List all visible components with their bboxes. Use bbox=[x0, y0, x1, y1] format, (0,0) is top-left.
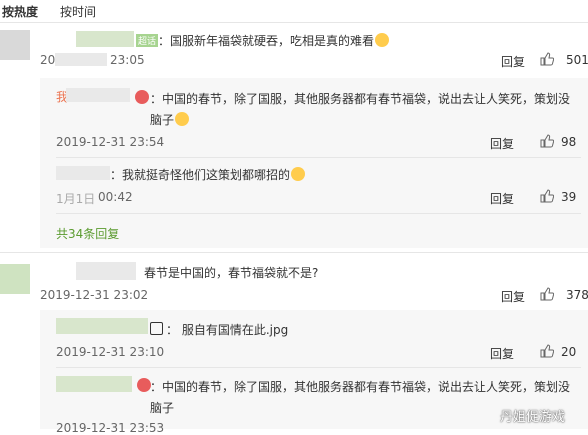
reply-button[interactable]: 回复 bbox=[490, 135, 514, 152]
reply-divider bbox=[56, 213, 581, 214]
like-count: 98 bbox=[561, 135, 577, 149]
reply-button[interactable]: 回复 bbox=[501, 288, 525, 305]
username-blur[interactable] bbox=[56, 166, 110, 180]
reply-button[interactable]: 回复 bbox=[501, 53, 525, 70]
reply-divider bbox=[56, 157, 581, 158]
username[interactable] bbox=[76, 262, 136, 280]
reply-time: 00:42 bbox=[98, 190, 133, 204]
avatar[interactable] bbox=[0, 264, 30, 294]
time-blur bbox=[55, 53, 107, 66]
reply-button[interactable]: 回复 bbox=[490, 190, 514, 207]
username-blur[interactable] bbox=[56, 376, 132, 392]
thumb-up-icon[interactable] bbox=[540, 189, 554, 203]
reply-text: ： 服自有国情在此.jpg bbox=[150, 321, 288, 338]
picture-icon[interactable] bbox=[150, 322, 163, 335]
reply-button[interactable]: 回复 bbox=[490, 345, 514, 362]
view-more-replies-link[interactable]: 共34条回复 bbox=[56, 225, 119, 242]
reply-text: ：中国的春节，除了国服，其他服务器都有春节福袋，说出去让人笑死，策划没脑子 bbox=[150, 92, 571, 127]
thumb-up-icon[interactable] bbox=[540, 287, 554, 301]
like-count: 39 bbox=[561, 190, 577, 204]
thumb-up-icon[interactable] bbox=[540, 52, 554, 66]
comment-time: 23:05 bbox=[110, 53, 145, 67]
comment-time: 2019-12-31 23:02 bbox=[40, 288, 149, 302]
reply-time: 2019-12-31 23:54 bbox=[56, 135, 165, 149]
comment-time-prefix: 20 bbox=[40, 53, 56, 67]
sort-by-time-tab[interactable]: 按时间 bbox=[60, 3, 96, 20]
vip-icon bbox=[137, 378, 151, 392]
thumb-up-icon[interactable] bbox=[540, 134, 554, 148]
username-blur bbox=[66, 88, 130, 102]
username[interactable] bbox=[76, 31, 134, 47]
thumb-up-icon[interactable] bbox=[540, 344, 554, 358]
sort-by-hot-tab[interactable]: 按热度 bbox=[2, 3, 38, 20]
reply-date: 1月1日 bbox=[56, 192, 96, 206]
comment-text: 超话 ：国服新年福袋就硬吞，吃相是真的难看 bbox=[136, 32, 390, 49]
reply-time: 2019-12-31 23:53 bbox=[56, 421, 165, 435]
thinking-emoji-icon bbox=[291, 167, 306, 181]
crying-emoji-icon bbox=[375, 33, 390, 47]
like-count: 501 bbox=[566, 53, 588, 67]
like-count: 20 bbox=[561, 345, 577, 359]
laughing-emoji-icon bbox=[175, 112, 190, 126]
watermark: 丹姐促游戏 bbox=[500, 410, 566, 425]
avatar[interactable] bbox=[0, 30, 30, 60]
comment-text: 春节是中国的，春节福袋就不是? bbox=[144, 266, 319, 280]
badge: 超话 bbox=[136, 34, 159, 47]
vip-icon bbox=[135, 90, 149, 104]
reply-text: ：我就挺奇怪他们这策划都哪招的 bbox=[110, 166, 306, 183]
like-count: 378 bbox=[566, 288, 588, 302]
reply-time: 2019-12-31 23:10 bbox=[56, 345, 165, 359]
reply-divider bbox=[56, 367, 581, 368]
top-divider bbox=[0, 22, 588, 23]
username-blur[interactable] bbox=[56, 318, 148, 334]
comment-divider bbox=[0, 252, 588, 253]
